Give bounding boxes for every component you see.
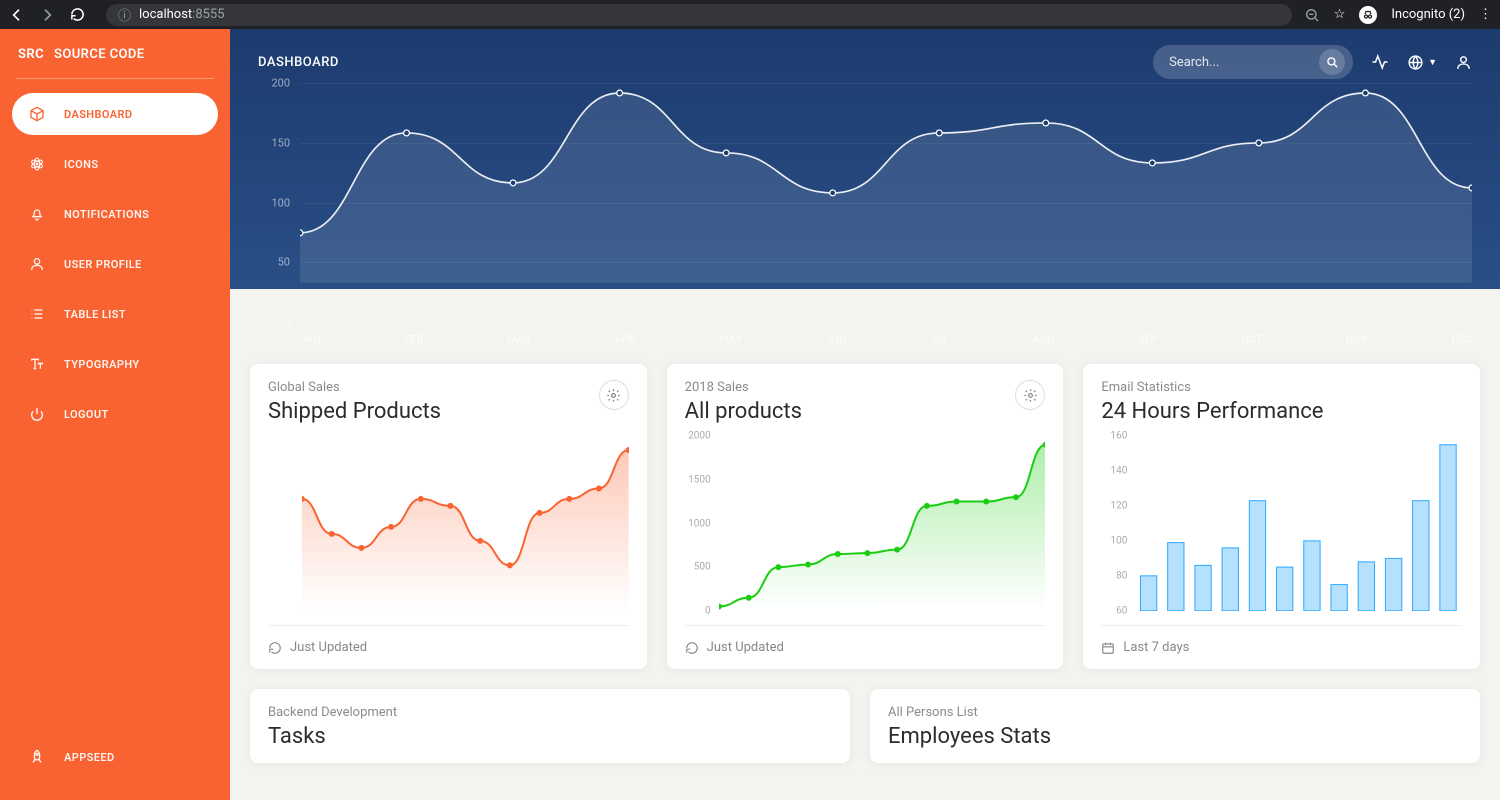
globe-dropdown[interactable]: ▼: [1407, 54, 1437, 71]
sidebar-item-label: DASHBOARD: [64, 108, 132, 121]
search-icon[interactable]: [1319, 49, 1345, 75]
divider: [16, 78, 214, 79]
sidebar-item-label: NOTIFICATIONS: [64, 208, 149, 221]
card-footer: Just Updated: [685, 625, 1046, 655]
cube-icon: [28, 105, 46, 123]
shipped-chart: [268, 436, 629, 611]
refresh-icon: [685, 641, 699, 655]
search-wrap: [1153, 45, 1353, 79]
allprod-chart: 0500100015002000: [685, 436, 1046, 611]
incognito-label: Incognito (2): [1391, 7, 1465, 22]
power-icon: [28, 405, 46, 423]
card-footer: Just Updated: [268, 625, 629, 655]
card-eyebrow: Email Statistics: [1101, 380, 1462, 395]
card-eyebrow: All Persons List: [888, 705, 1462, 720]
browser-chrome: ⓘ localhost:8555 ☆ Incognito (2) ⋮: [0, 0, 1500, 29]
account-icon[interactable]: [1455, 54, 1472, 71]
zoom-icon[interactable]: [1304, 7, 1320, 23]
sidebar-item-label: USER PROFILE: [64, 258, 142, 271]
card-title: All products: [685, 399, 802, 424]
topbar: DASHBOARD ▼: [230, 29, 1500, 83]
info-icon: ⓘ: [118, 5, 131, 24]
user-icon: [28, 255, 46, 273]
sidebar-footer-appseed[interactable]: APPSEED: [12, 736, 218, 778]
refresh-icon: [268, 641, 282, 655]
main-content: DASHBOARD ▼ 050100150200 JANFEBMARAPRMAY…: [230, 29, 1500, 800]
card-tasks: Backend Development Tasks: [250, 689, 850, 763]
sidebar-item-label: TYPOGRAPHY: [64, 358, 140, 371]
sidebar-item-label: APPSEED: [64, 751, 115, 764]
rocket-icon: [28, 748, 46, 766]
card-eyebrow: Backend Development: [268, 705, 832, 720]
card-title: Tasks: [268, 724, 832, 749]
brand-full: SOURCE CODE: [54, 47, 144, 62]
menu-icon[interactable]: ⋮: [1479, 7, 1492, 22]
card-title: Shipped Products: [268, 399, 441, 424]
back-icon[interactable]: [8, 6, 26, 24]
bell-icon: [28, 205, 46, 223]
card-eyebrow: 2018 Sales: [685, 380, 802, 395]
sidebar-item-label: LOGOUT: [64, 408, 109, 421]
sidebar-item-typography[interactable]: TYPOGRAPHY: [12, 343, 218, 385]
hero-chart: 050100150200 JANFEBMARAPRMAYJUNJULAUGSEP…: [230, 83, 1500, 358]
atom-icon: [28, 155, 46, 173]
sidebar: SRC SOURCE CODE DASHBOARD ICONS NOTIFICA…: [0, 29, 230, 800]
card-title: 24 Hours Performance: [1101, 399, 1462, 424]
page-title: DASHBOARD: [258, 55, 339, 70]
gear-icon[interactable]: [599, 380, 629, 410]
sidebar-item-icons[interactable]: ICONS: [12, 143, 218, 185]
reload-icon[interactable]: [68, 6, 86, 24]
calendar-icon: [1101, 641, 1115, 655]
url-port: :8555: [192, 7, 224, 22]
card-footer: Last 7 days: [1101, 625, 1462, 655]
sidebar-item-table-list[interactable]: TABLE LIST: [12, 293, 218, 335]
sidebar-item-logout[interactable]: LOGOUT: [12, 393, 218, 435]
typography-icon: [28, 355, 46, 373]
forward-icon[interactable]: [38, 6, 56, 24]
url-host: localhost: [139, 7, 192, 22]
card-email-stats: Email Statistics 24 Hours Performance 60…: [1083, 364, 1480, 669]
card-all-products: 2018 Sales All products 0500100015002000…: [667, 364, 1064, 669]
url-bar[interactable]: ⓘ localhost:8555: [106, 4, 1292, 26]
sidebar-item-label: TABLE LIST: [64, 308, 126, 321]
incognito-icon: [1359, 6, 1377, 24]
card-title: Employees Stats: [888, 724, 1462, 749]
card-shipped-products: Global Sales Shipped Products Just Updat…: [250, 364, 647, 669]
sidebar-item-dashboard[interactable]: DASHBOARD: [12, 93, 218, 135]
email-chart: 6080100120140160: [1101, 436, 1462, 611]
sidebar-item-label: ICONS: [64, 158, 98, 171]
brand[interactable]: SRC SOURCE CODE: [12, 43, 218, 78]
list-icon: [28, 305, 46, 323]
pulse-icon[interactable]: [1371, 53, 1389, 71]
bookmark-icon[interactable]: ☆: [1334, 7, 1346, 22]
card-employees: All Persons List Employees Stats: [870, 689, 1480, 763]
gear-icon[interactable]: [1015, 380, 1045, 410]
card-eyebrow: Global Sales: [268, 380, 441, 395]
brand-short: SRC: [18, 47, 44, 62]
sidebar-item-notifications[interactable]: NOTIFICATIONS: [12, 193, 218, 235]
sidebar-item-user-profile[interactable]: USER PROFILE: [12, 243, 218, 285]
